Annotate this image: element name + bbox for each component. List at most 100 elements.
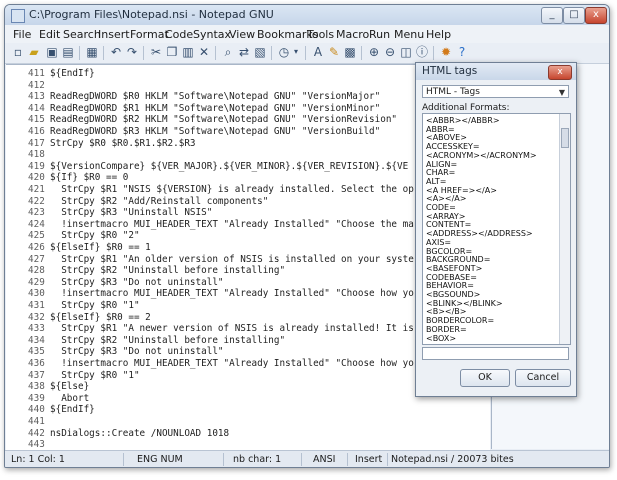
line-number: 414 xyxy=(28,102,45,114)
line-number: 418 xyxy=(28,149,45,161)
line-number: 435 xyxy=(28,346,45,358)
menu-search[interactable]: Search xyxy=(63,28,101,41)
line-number: 430 xyxy=(28,288,45,300)
line-number: 442 xyxy=(28,427,45,439)
menu-view[interactable]: View xyxy=(229,28,255,41)
save-all-icon[interactable]: ▤ xyxy=(61,45,75,59)
new-file-icon[interactable]: ▫ xyxy=(11,45,25,59)
line-text: !insertmacro MUI_HEADER_TEXT "Already In… xyxy=(50,288,414,300)
copy-icon[interactable]: ❐ xyxy=(165,45,179,59)
menu-help[interactable]: Help xyxy=(426,28,451,41)
format-select[interactable]: HTML - Tags ▼ xyxy=(422,85,569,98)
menu-tools[interactable]: Tools xyxy=(307,28,334,41)
line-number: 421 xyxy=(28,184,45,195)
line-text: StrCpy $R1 "NSIS ${VERSION} is already i… xyxy=(50,184,414,195)
close-button[interactable]: x xyxy=(585,7,607,24)
toolbar-separator xyxy=(433,46,434,60)
plugin-icon[interactable]: ✹ xyxy=(439,45,453,59)
line-text: StrCpy $R3 "Uninstall NSIS" xyxy=(50,207,213,219)
chevron-down-icon: ▼ xyxy=(558,88,565,97)
zoom-in-icon[interactable]: ⊕ xyxy=(367,45,381,59)
menu-menu[interactable]: Menu xyxy=(394,28,424,41)
toolbar-separator xyxy=(103,46,104,60)
goto-icon[interactable]: ▧ xyxy=(253,45,267,59)
line-text: StrCpy $R2 "Uninstall before installing" xyxy=(50,265,286,277)
tags-list[interactable]: <ABBR></ABBR> ABBR= <ABOVE> ACCESSKEY= <ACRO… xyxy=(422,113,571,345)
status-keyboard: ENG NUM xyxy=(137,454,183,465)
info-icon[interactable]: ⓘ xyxy=(415,45,429,59)
line-text: nsDialogs::Create /NOUNLOAD 1018 xyxy=(50,427,230,439)
code-line[interactable]: 441 xyxy=(6,416,490,428)
line-number: 441 xyxy=(28,416,45,427)
redo-icon[interactable]: ↷ xyxy=(125,45,139,59)
line-number: 424 xyxy=(28,218,45,230)
zoom-out-icon[interactable]: ⊖ xyxy=(383,45,397,59)
line-number: 432 xyxy=(28,311,45,323)
line-text: ${ElseIf} $R0 == 1 xyxy=(50,242,151,253)
line-number: 438 xyxy=(28,381,45,393)
line-text: StrCpy $R0 "1" xyxy=(50,300,140,311)
browser-icon[interactable]: ◫ xyxy=(399,45,413,59)
line-number: 428 xyxy=(28,265,45,277)
code-line[interactable]: 442 nsDialogs::Create /NOUNLOAD 1018 xyxy=(6,428,490,440)
toolbar-separator xyxy=(79,46,80,60)
toolbar-separator xyxy=(305,46,306,60)
line-number: 413 xyxy=(28,91,45,103)
menu-edit[interactable]: Edit xyxy=(39,28,60,41)
bookmark-icon[interactable]: ▩ xyxy=(343,45,357,59)
menu-run[interactable]: Run xyxy=(369,28,390,41)
print-icon[interactable]: ▦ xyxy=(85,45,99,59)
replace-icon[interactable]: ⇄ xyxy=(237,45,251,59)
menu-format[interactable]: Format xyxy=(130,28,169,41)
menu-syntax[interactable]: Syntax xyxy=(193,28,231,41)
line-text: ReadRegDWORD $R2 HKLM "Software\Notepad … xyxy=(50,114,398,126)
menu-code[interactable]: Code xyxy=(165,28,193,41)
open-folder-icon[interactable]: ▰ xyxy=(27,45,41,59)
code-line[interactable]: 443 xyxy=(6,439,490,450)
toolbar: ▫ ▰ ▣ ▤ ▦ ↶ ↷ ✂ ❐ ▥ ✕ ⌕ ⇄ ▧ ◷ ▾ A ✎ ▩ ⊕ … xyxy=(5,43,609,64)
line-text: Abort xyxy=(50,392,90,404)
code-line[interactable]: 440 ${EndIf} xyxy=(6,404,490,416)
line-text: StrCpy $R1 "A newer version of NSIS is a… xyxy=(50,323,414,335)
tags-list-scrollbar[interactable] xyxy=(559,114,570,344)
menu-macro[interactable]: Macro xyxy=(336,28,369,41)
font-icon[interactable]: A xyxy=(311,45,325,59)
status-char-count: nb char: 1 xyxy=(233,454,282,465)
status-bar: Ln: 1 Col: 1 ENG NUM nb char: 1 ANSI Ins… xyxy=(5,450,609,467)
line-text: ReadRegDWORD $R3 HKLM "Software\Notepad … xyxy=(50,126,381,137)
line-number: 412 xyxy=(28,79,45,91)
help-icon[interactable]: ? xyxy=(455,45,469,59)
chevron-down-icon[interactable]: ▾ xyxy=(289,45,303,59)
highlight-icon[interactable]: ✎ xyxy=(327,45,341,59)
ok-button[interactable]: OK xyxy=(460,369,510,387)
save-icon[interactable]: ▣ xyxy=(45,45,59,59)
tag-input[interactable] xyxy=(422,347,569,360)
line-number: 426 xyxy=(28,242,45,253)
line-number: 434 xyxy=(28,334,45,346)
toolbar-separator xyxy=(361,46,362,60)
cancel-button[interactable]: Cancel xyxy=(515,369,571,387)
html-tags-dialog: HTML tags x HTML - Tags ▼ Additional For… xyxy=(415,62,577,397)
window-title: C:\Program Files\Notepad.nsi - Notepad G… xyxy=(29,8,274,21)
paste-icon[interactable]: ▥ xyxy=(181,45,195,59)
menu-file[interactable]: File xyxy=(13,28,31,41)
cut-icon[interactable]: ✂ xyxy=(149,45,163,59)
dialog-title: HTML tags xyxy=(422,65,478,77)
list-item[interactable]: <BOX> xyxy=(426,334,556,344)
line-text: ${ElseIf} $R0 == 2 xyxy=(50,311,151,323)
app-icon xyxy=(11,9,25,23)
dialog-close-button[interactable]: x xyxy=(548,65,572,80)
delete-icon[interactable]: ✕ xyxy=(197,45,211,59)
line-number: 440 xyxy=(28,404,45,416)
line-number: 420 xyxy=(28,172,45,184)
status-separator xyxy=(123,453,124,466)
menu-insert[interactable]: Insert xyxy=(98,28,130,41)
find-icon[interactable]: ⌕ xyxy=(221,45,235,59)
toolbar-separator xyxy=(271,46,272,60)
line-text: StrCpy $R0 $R0.$R1.$R2.$R3 xyxy=(50,137,196,149)
maximize-button[interactable]: □ xyxy=(563,7,585,24)
undo-icon[interactable]: ↶ xyxy=(109,45,123,59)
minimize-button[interactable]: _ xyxy=(541,7,563,24)
scrollbar-thumb[interactable] xyxy=(561,128,569,148)
line-number: 427 xyxy=(28,253,45,265)
